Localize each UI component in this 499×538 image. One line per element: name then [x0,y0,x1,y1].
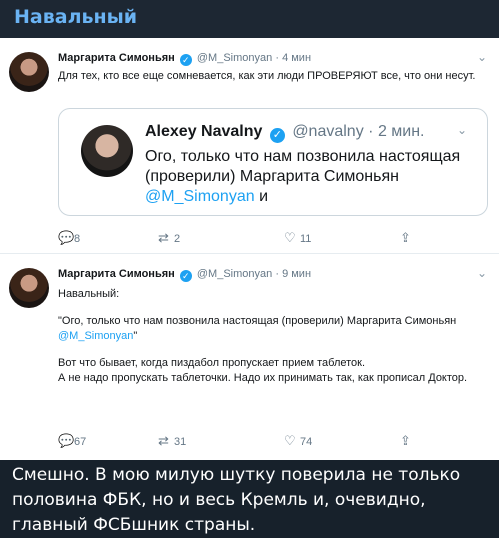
quote-close: " [133,330,138,342]
share-button[interactable]: ⇪ [400,433,416,449]
reply-icon: 💬 [58,433,75,448]
tweet-time[interactable]: 4 мин [282,52,311,64]
chevron-down-icon[interactable]: ⌄ [477,50,487,64]
retweet-button[interactable]: ⇄ 2 [158,230,180,246]
retweet-count: 2 [174,233,181,245]
post-caption: Смешно. В мою милую шутку поверила не то… [12,465,461,535]
channel-header: Навальный [0,0,499,38]
quoted-text-after: и [254,188,269,205]
channel-title[interactable]: Навальный [14,6,137,28]
tweet-paragraph: Вот что бывает, когда пиздабол пропускае… [58,356,478,386]
like-count: 11 [300,233,312,245]
tweet-actions: 💬67 ⇄ 31 ♡ 74 ⇪ [58,433,438,449]
tweet-text: Для тех, кто все еще сомневается, как эт… [58,70,476,82]
quoted-tweet-header: Alexey Navalny ✓ @navalny · 2 мин. [145,123,425,143]
mention-link[interactable]: @M_Simonyan [58,330,133,342]
reply-button[interactable]: 💬8 [58,230,80,246]
tweet-1[interactable]: Маргарита Симоньян ✓ @M_Simonyan · 4 мин… [0,38,499,254]
tweet-time[interactable]: 2 мин. [378,123,425,140]
mention-link[interactable]: @M_Simonyan [145,188,255,205]
chevron-down-icon[interactable]: ⌄ [477,266,487,280]
author-name[interactable]: Маргарита Симоньян [58,268,175,280]
retweet-icon: ⇄ [158,230,169,245]
share-icon: ⇪ [400,433,411,448]
like-count: 74 [300,436,313,448]
tweet-line: Навальный: [58,288,120,300]
quoted-text-before: Ого, только что нам позвонила настоящая … [145,148,461,185]
quoted-tweet[interactable]: Alexey Navalny ✓ @navalny · 2 мин. ⌄ Ого… [58,108,488,216]
tweet-text: Навальный: "Ого, только что нам позвонил… [58,287,478,398]
author-handle[interactable]: @M_Simonyan [197,52,272,64]
quoted-tweet-text: Ого, только что нам позвонила настоящая … [145,147,465,207]
avatar[interactable] [9,268,49,308]
reply-icon: 💬 [58,230,75,245]
verified-icon: ✓ [179,54,192,66]
reply-count: 67 [74,436,87,448]
quote-text: "Ого, только что нам позвонила настоящая… [58,315,457,327]
tweet-screenshot: Маргарита Симоньян ✓ @M_Simonyan · 4 мин… [0,38,499,460]
heart-icon: ♡ [284,230,296,245]
separator-dot: · [275,52,279,64]
tweet-2[interactable]: Маргарита Симоньян ✓ @M_Simonyan · 9 мин… [0,254,499,460]
share-button[interactable]: ⇪ [400,230,416,246]
tweet-header: Маргарита Симоньян ✓ @M_Simonyan · 4 мин [58,52,311,66]
author-handle[interactable]: @navalny [292,123,363,140]
separator-dot: · [275,268,279,280]
tweet-quote-paragraph: "Ого, только что нам позвонила настоящая… [58,314,478,344]
tweet-line: А не надо пропускать таблеточки. Надо их… [58,372,468,384]
author-name[interactable]: Alexey Navalny [145,123,262,140]
tweet-line: Вот что бывает, когда пиздабол пропускае… [58,357,366,369]
tweet-time[interactable]: 9 мин [282,268,311,280]
separator-dot: · [368,123,374,140]
verified-icon: ✓ [179,270,192,282]
share-icon: ⇪ [400,230,411,245]
avatar[interactable] [81,125,133,177]
avatar[interactable] [9,52,49,92]
like-button[interactable]: ♡ 74 [284,433,312,449]
chevron-down-icon[interactable]: ⌄ [457,123,467,137]
reply-button[interactable]: 💬67 [58,433,86,449]
heart-icon: ♡ [284,433,296,448]
verified-icon: ✓ [269,128,285,143]
reply-count: 8 [74,233,81,245]
retweet-button[interactable]: ⇄ 31 [158,433,186,449]
tweet-actions: 💬8 ⇄ 2 ♡ 11 ⇪ [58,230,438,246]
like-button[interactable]: ♡ 11 [284,230,311,246]
author-name[interactable]: Маргарита Симоньян [58,52,175,64]
retweet-count: 31 [174,436,187,448]
tweet-header: Маргарита Симоньян ✓ @M_Simonyan · 9 мин [58,268,311,282]
author-handle[interactable]: @M_Simonyan [197,268,272,280]
retweet-icon: ⇄ [158,433,169,448]
